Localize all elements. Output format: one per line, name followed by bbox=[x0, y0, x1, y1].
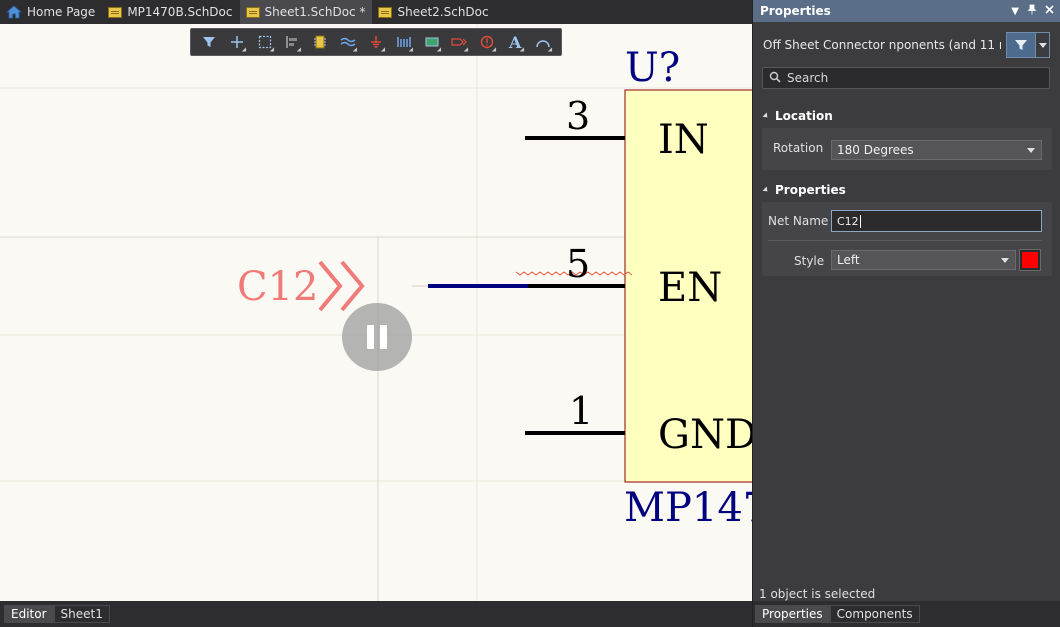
net-name-value: C12 bbox=[837, 214, 859, 228]
pause-icon bbox=[367, 325, 374, 349]
place-harness-button[interactable] bbox=[418, 30, 446, 54]
search-input[interactable]: Search bbox=[762, 67, 1050, 89]
net-label[interactable]: C12 bbox=[237, 264, 319, 310]
active-bar-toolbar: A bbox=[190, 28, 562, 56]
crosshair-icon bbox=[230, 35, 244, 49]
object-filter-row: Off Sheet Connector nponents (and 11 mor… bbox=[753, 31, 1060, 59]
search-placeholder: Search bbox=[787, 71, 829, 85]
place-text-button[interactable]: A bbox=[501, 30, 529, 54]
panel-tab-components[interactable]: Components bbox=[829, 605, 920, 623]
pin-name: GND bbox=[658, 412, 752, 458]
pin-name: IN bbox=[658, 117, 709, 163]
schdoc-icon bbox=[245, 6, 260, 18]
collapse-icon bbox=[762, 186, 770, 194]
svg-text:A: A bbox=[508, 34, 522, 50]
port-icon bbox=[450, 35, 469, 49]
chevron-down-icon bbox=[1001, 258, 1009, 263]
panel-menu-icon[interactable]: ▼ bbox=[1011, 6, 1019, 17]
panel-header: Properties ▼ bbox=[753, 0, 1060, 22]
place-power-port-button[interactable] bbox=[362, 30, 390, 54]
place-bus-button[interactable] bbox=[390, 30, 418, 54]
component-part-name[interactable]: MP147 bbox=[624, 485, 752, 531]
component-designator[interactable]: U? bbox=[625, 45, 680, 91]
pin-number: 3 bbox=[566, 94, 590, 138]
panel-title: Properties bbox=[760, 4, 831, 18]
properties-section: Net Name C12 Style Left bbox=[762, 202, 1052, 276]
style-color-swatch[interactable] bbox=[1019, 249, 1041, 271]
section-title: Location bbox=[775, 109, 833, 123]
tab-mp1470b[interactable]: MP1470B.SchDoc bbox=[102, 0, 239, 24]
collapse-icon bbox=[762, 112, 770, 120]
style-label: Style bbox=[794, 254, 825, 268]
bottom-tab-editor[interactable]: Editor bbox=[4, 605, 54, 623]
off-sheet-connector[interactable] bbox=[318, 260, 365, 312]
rotation-value: 180 Degrees bbox=[837, 143, 914, 157]
tab-label: MP1470B.SchDoc bbox=[127, 5, 233, 19]
pin-number: 1 bbox=[569, 389, 593, 433]
app-window: Home Page MP1470B.SchDoc Sheet1.SchDoc *… bbox=[0, 0, 1060, 627]
bottom-tab-sheet1[interactable]: Sheet1 bbox=[53, 605, 110, 623]
select-button[interactable] bbox=[251, 30, 279, 54]
net-name-label: Net Name bbox=[768, 214, 829, 228]
text-cursor bbox=[859, 214, 861, 228]
text-icon: A bbox=[507, 34, 523, 50]
filter-icon bbox=[1007, 33, 1035, 57]
schdoc-icon bbox=[108, 6, 123, 18]
align-icon bbox=[285, 35, 299, 49]
tab-home-page[interactable]: Home Page bbox=[0, 0, 102, 24]
harness-icon bbox=[424, 35, 440, 49]
bus-icon bbox=[396, 35, 412, 49]
location-section-header[interactable]: Location bbox=[762, 109, 833, 123]
editor-bottom-bar: Editor Sheet1 bbox=[0, 601, 752, 627]
style-value: Left bbox=[837, 253, 860, 267]
tab-label: Home Page bbox=[27, 5, 96, 19]
filter-button[interactable] bbox=[195, 30, 223, 54]
schematic-canvas[interactable]: U? MP147 3 IN 5 EN 1 GND C12 bbox=[0, 24, 752, 601]
filter-icon bbox=[202, 35, 216, 49]
panel-tabs: Properties Components bbox=[753, 601, 1060, 627]
select-rect-icon bbox=[258, 35, 272, 49]
directive-icon bbox=[480, 35, 494, 49]
pause-button[interactable] bbox=[342, 303, 412, 371]
home-icon bbox=[6, 5, 22, 19]
document-tabs: Home Page MP1470B.SchDoc Sheet1.SchDoc *… bbox=[0, 0, 752, 24]
close-icon[interactable] bbox=[1045, 5, 1054, 17]
tab-sheet1[interactable]: Sheet1.SchDoc * bbox=[239, 0, 373, 24]
properties-panel: Properties ▼ Off Sheet Connector nponent… bbox=[752, 0, 1060, 627]
section-title: Properties bbox=[775, 183, 846, 197]
arc-icon bbox=[535, 35, 551, 49]
selection-filter-text: Off Sheet Connector nponents (and 11 mor… bbox=[763, 38, 1001, 52]
location-section: Rotation 180 Degrees bbox=[762, 128, 1052, 170]
pin-number: 5 bbox=[566, 242, 590, 286]
chevron-down-icon bbox=[1027, 148, 1035, 153]
schdoc-icon bbox=[378, 6, 393, 18]
style-select[interactable]: Left bbox=[831, 250, 1016, 270]
power-port-icon bbox=[369, 35, 383, 49]
rotation-label: Rotation bbox=[773, 141, 824, 155]
panel-tab-properties[interactable]: Properties bbox=[755, 605, 830, 623]
wire-icon bbox=[340, 35, 356, 49]
place-component-button[interactable] bbox=[306, 30, 334, 54]
place-directive-button[interactable] bbox=[473, 30, 501, 54]
tab-label: Sheet1.SchDoc * bbox=[264, 5, 366, 19]
component-icon bbox=[313, 35, 327, 49]
divider bbox=[768, 240, 1042, 241]
tab-label: Sheet2.SchDoc bbox=[397, 5, 489, 19]
search-icon bbox=[769, 71, 781, 86]
pin-name: EN bbox=[658, 265, 722, 311]
place-port-button[interactable] bbox=[446, 30, 474, 54]
chevron-down-icon bbox=[1035, 33, 1049, 57]
rotation-select[interactable]: 180 Degrees bbox=[831, 140, 1042, 160]
align-button[interactable] bbox=[279, 30, 307, 54]
net-name-input[interactable]: C12 bbox=[831, 210, 1042, 232]
tab-sheet2[interactable]: Sheet2.SchDoc bbox=[372, 0, 495, 24]
crosshair-button[interactable] bbox=[223, 30, 251, 54]
place-wire-button[interactable] bbox=[334, 30, 362, 54]
pin-icon[interactable] bbox=[1027, 4, 1037, 18]
properties-section-header[interactable]: Properties bbox=[762, 183, 846, 197]
selection-status: 1 object is selected bbox=[759, 587, 876, 601]
filter-dropdown-button[interactable] bbox=[1006, 32, 1050, 58]
place-arc-button[interactable] bbox=[529, 30, 557, 54]
